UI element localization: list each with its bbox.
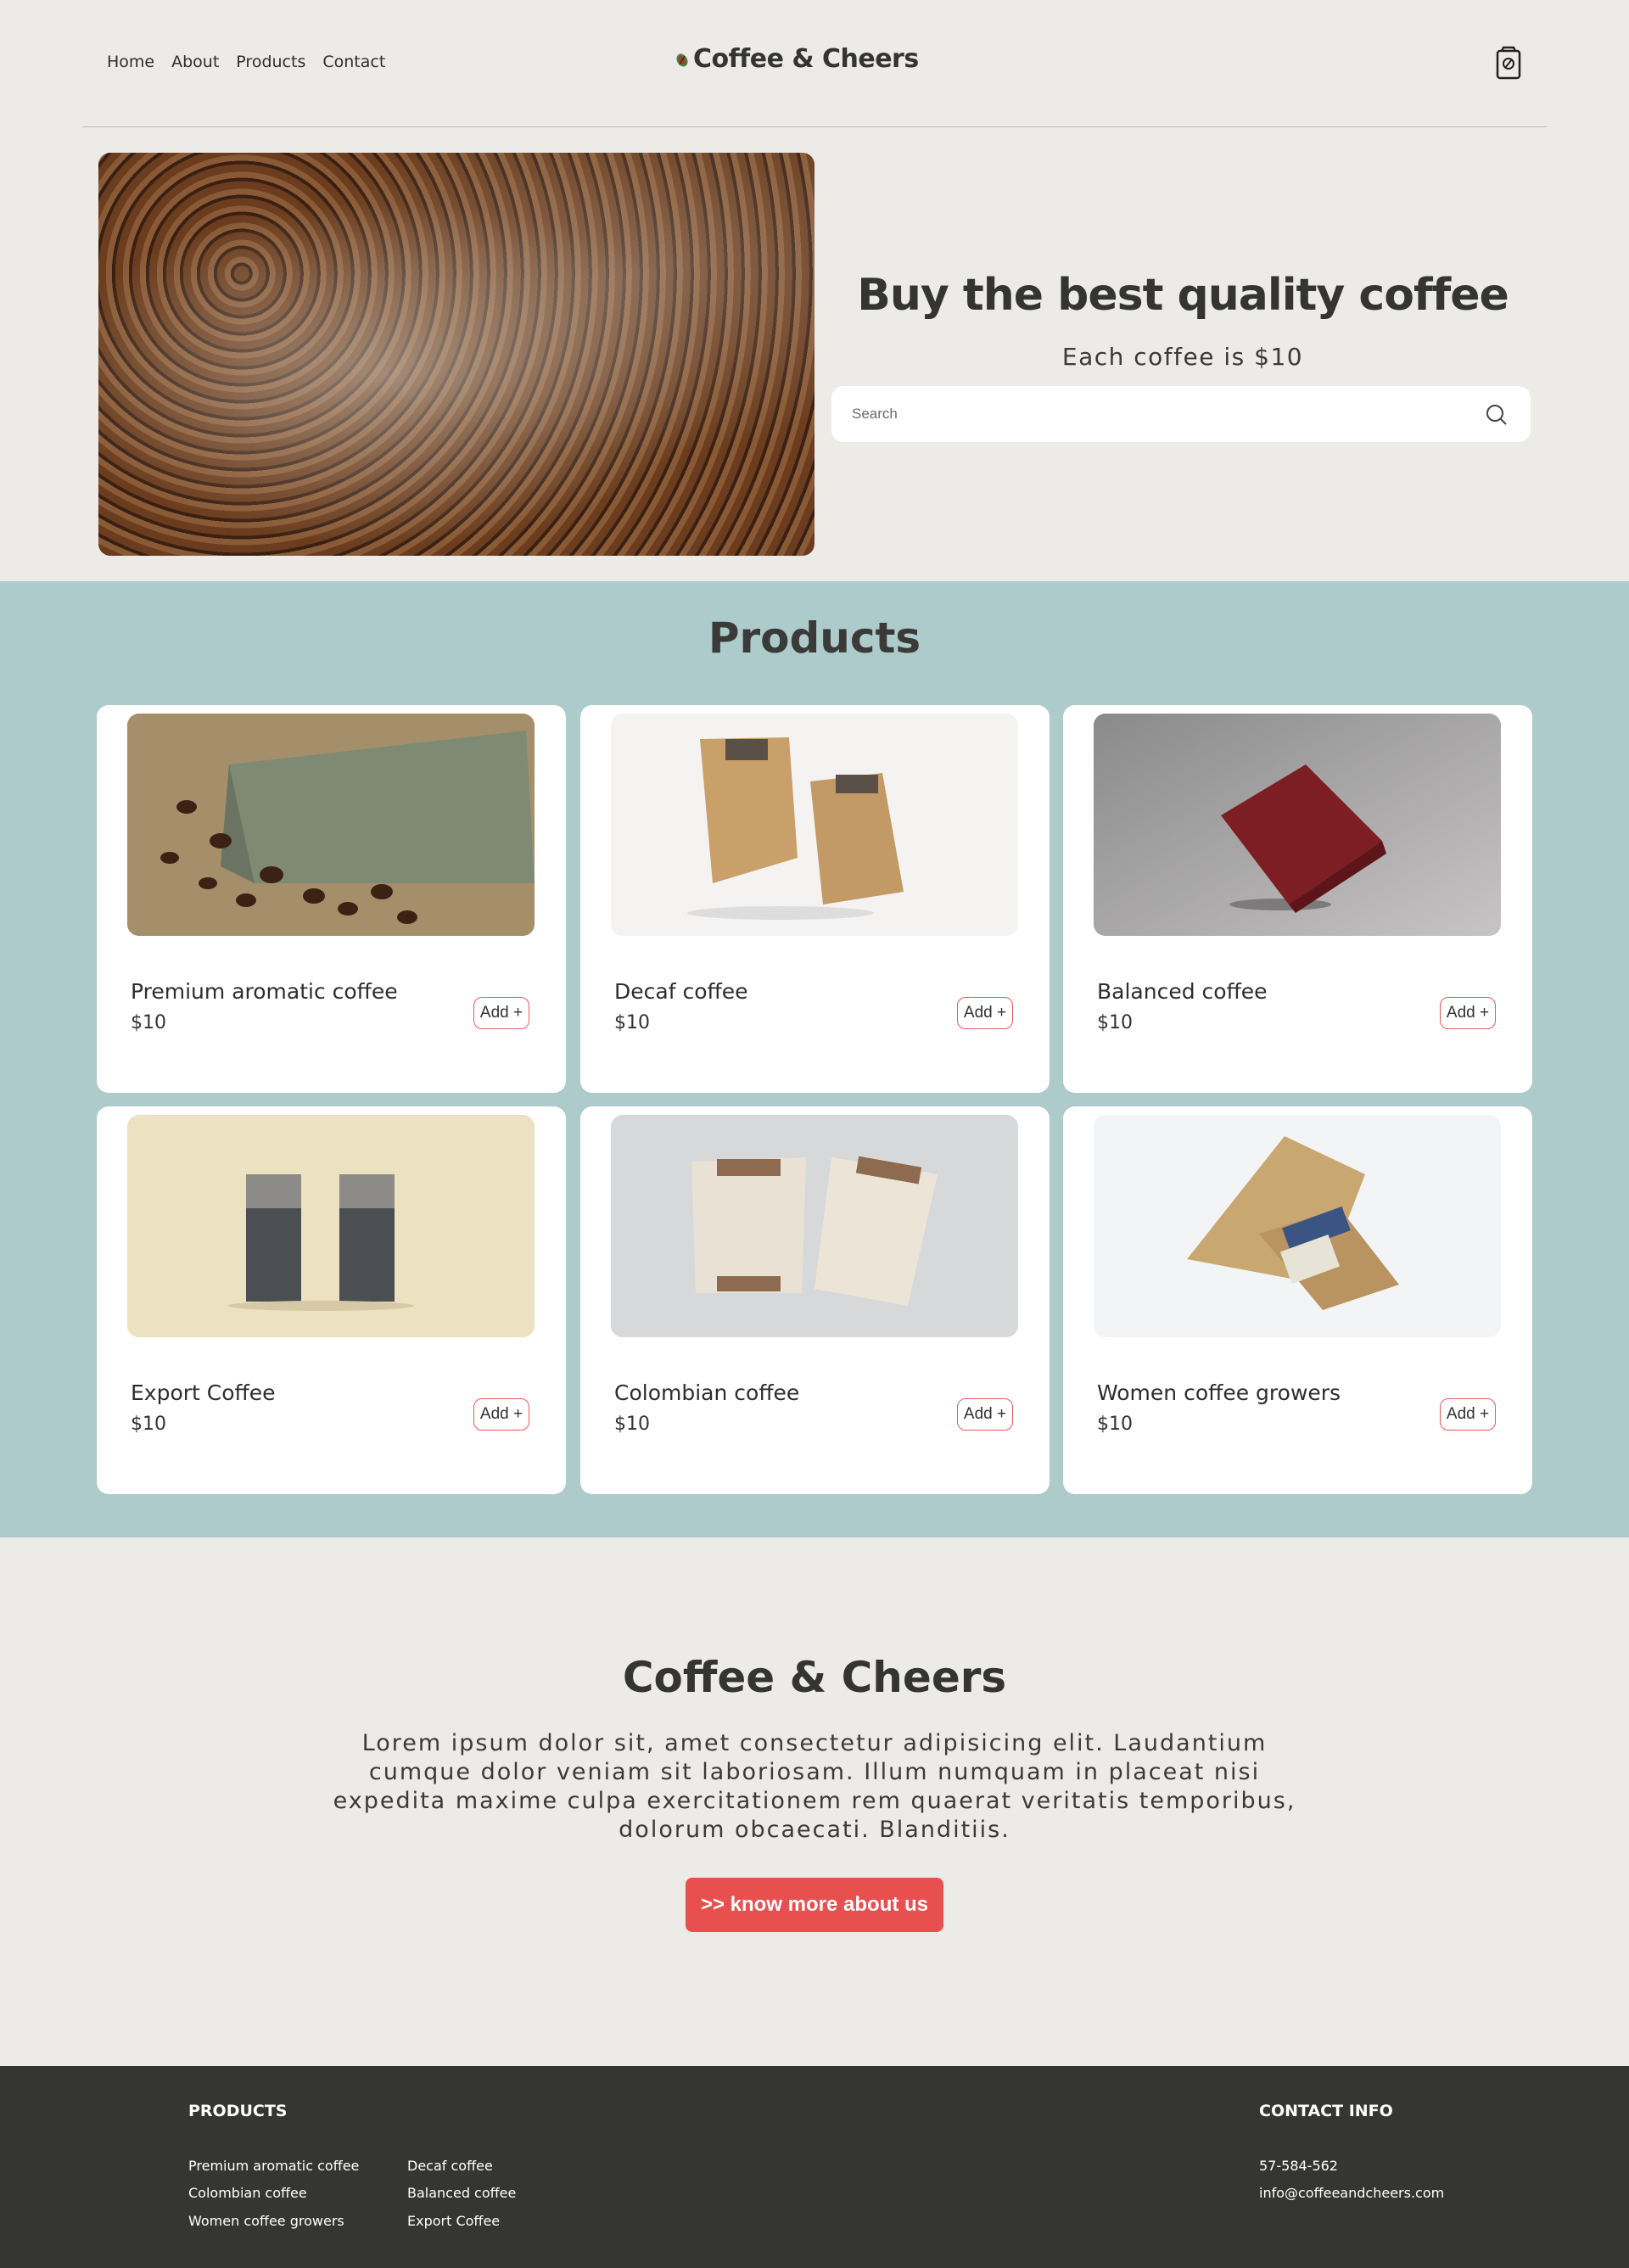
product-name: Colombian coffee — [614, 1380, 800, 1405]
kraft-coffee-bags-image — [611, 714, 1018, 936]
footer-product-link[interactable]: Balanced coffee — [407, 2185, 516, 2201]
product-card: Export Coffee $10 Add + — [97, 1106, 566, 1494]
brand-logo[interactable]: Coffee & Cheers — [673, 44, 919, 74]
nav-home-link[interactable]: Home — [107, 53, 154, 71]
product-card: Colombian coffee $10 Add + — [580, 1106, 1050, 1494]
search-bar — [831, 386, 1531, 442]
product-price: $10 — [131, 1012, 166, 1033]
product-image — [127, 714, 535, 936]
product-image — [1094, 714, 1501, 936]
green-coffee-bag-image — [127, 714, 535, 936]
brand-name: Coffee & Cheers — [693, 44, 919, 74]
nav-about-link[interactable]: About — [171, 53, 219, 71]
product-name: Decaf coffee — [614, 979, 748, 1004]
add-to-cart-button[interactable]: Add + — [473, 997, 529, 1029]
product-price: $10 — [131, 1414, 166, 1435]
main-nav: Home About Products Contact — [107, 53, 385, 71]
striped-coffee-bags-image — [127, 1115, 535, 1337]
kraft-pouch-image — [1094, 1115, 1501, 1337]
about-title: Coffee & Cheers — [622, 1653, 1007, 1702]
product-name: Women coffee growers — [1097, 1380, 1341, 1405]
shopping-bag-icon[interactable] — [1493, 46, 1524, 80]
footer-products-heading: PRODUCTS — [188, 2102, 288, 2120]
add-to-cart-button[interactable]: Add + — [1440, 997, 1496, 1029]
site-header: Home About Products Contact Coffee & Che… — [82, 0, 1547, 127]
product-price: $10 — [614, 1414, 650, 1435]
product-name: Premium aromatic coffee — [131, 979, 398, 1004]
product-card: Decaf coffee $10 Add + — [580, 705, 1050, 1093]
hero-subtitle: Each coffee is $10 — [1061, 343, 1304, 371]
red-coffee-bag-image — [1094, 714, 1501, 936]
products-section: Products Premium aromatic coffee $10 Add… — [0, 581, 1629, 1537]
add-to-cart-button[interactable]: Add + — [473, 1398, 529, 1431]
search-input[interactable] — [852, 386, 1446, 442]
search-icon[interactable] — [1485, 403, 1509, 427]
product-price: $10 — [1097, 1012, 1133, 1033]
product-name: Balanced coffee — [1097, 979, 1268, 1004]
add-to-cart-button[interactable]: Add + — [957, 997, 1013, 1029]
know-more-button[interactable]: >> know more about us — [686, 1878, 943, 1932]
pouch-bags-image — [611, 1115, 1018, 1337]
hero-coffee-beans-image — [98, 153, 814, 556]
product-card: Women coffee growers $10 Add + — [1063, 1106, 1532, 1494]
nav-contact-link[interactable]: Contact — [322, 53, 385, 71]
footer-product-link[interactable]: Premium aromatic coffee — [188, 2158, 359, 2174]
product-card: Premium aromatic coffee $10 Add + — [97, 705, 566, 1093]
footer-product-link[interactable]: Decaf coffee — [407, 2158, 493, 2174]
add-to-cart-button[interactable]: Add + — [957, 1398, 1013, 1431]
product-image — [127, 1115, 535, 1337]
product-price: $10 — [1097, 1414, 1133, 1435]
footer-email-link[interactable]: info@coffeeandcheers.com — [1259, 2185, 1444, 2201]
coffee-bean-icon — [676, 53, 688, 67]
footer-phone: 57-584-562 — [1259, 2158, 1338, 2174]
site-footer: PRODUCTS Premium aromatic coffee Colombi… — [0, 2066, 1629, 2268]
about-description: Lorem ipsum dolor sit, amet consectetur … — [333, 1730, 1296, 1843]
product-image — [1094, 1115, 1501, 1337]
footer-product-link[interactable]: Colombian coffee — [188, 2185, 307, 2201]
footer-product-link[interactable]: Women coffee growers — [188, 2213, 344, 2229]
hero-title: Buy the best quality coffee — [857, 270, 1509, 321]
nav-products-link[interactable]: Products — [236, 53, 305, 71]
add-to-cart-button[interactable]: Add + — [1440, 1398, 1496, 1431]
product-image — [611, 714, 1018, 936]
product-card: Balanced coffee $10 Add + — [1063, 705, 1532, 1093]
footer-contact-heading: CONTACT INFO — [1259, 2102, 1393, 2120]
footer-product-link[interactable]: Export Coffee — [407, 2213, 500, 2229]
product-name: Export Coffee — [131, 1380, 276, 1405]
product-price: $10 — [614, 1012, 650, 1033]
products-title: Products — [708, 613, 921, 663]
product-image — [611, 1115, 1018, 1337]
